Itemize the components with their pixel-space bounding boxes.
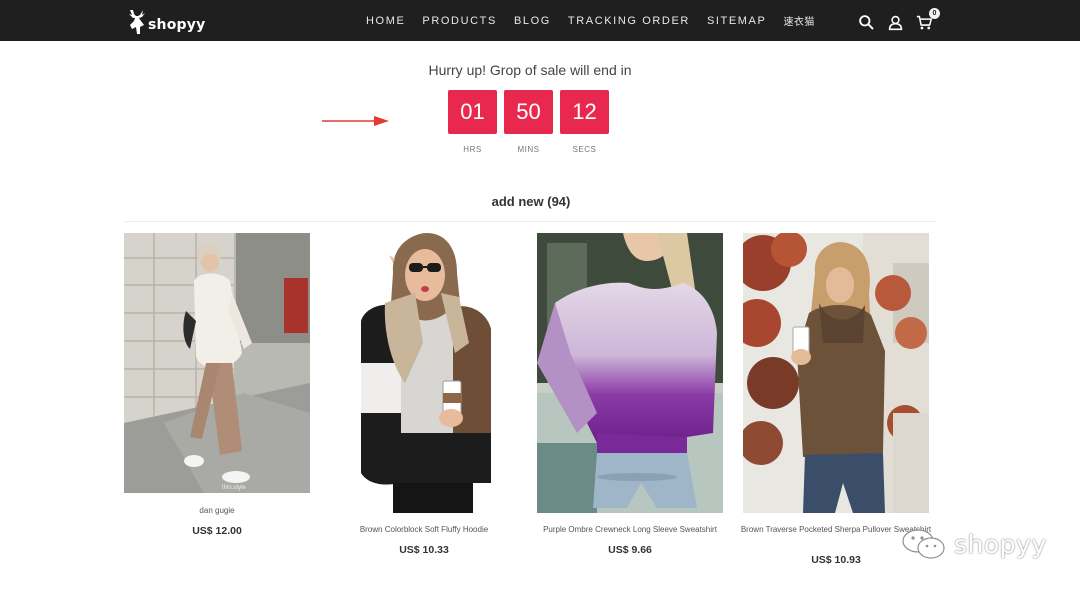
account-button[interactable] [885, 12, 905, 32]
section-title: add new (94) [491, 194, 571, 209]
search-icon [858, 14, 873, 29]
nav-home[interactable]: HOME [366, 15, 405, 27]
product-grid: thin.style dan gugie US$ 12.00 Brown Col… [124, 233, 936, 573]
product-price: US$ 9.66 [608, 544, 652, 556]
timer-hours: 01 HRS [448, 90, 497, 154]
product-image[interactable] [743, 233, 929, 513]
wechat-icon [902, 529, 945, 559]
user-icon [888, 15, 902, 30]
product-image[interactable]: thin.style [124, 233, 310, 493]
timer-hours-label: HRS [463, 145, 482, 154]
timer-seconds-label: SECS [572, 145, 597, 154]
countdown-timer: 01 HRS 50 MINS 12 SECS [448, 90, 609, 154]
timer-minutes-value: 50 [504, 90, 553, 134]
timer-minutes-label: MINS [517, 145, 540, 154]
brand-logo[interactable]: shopyy [124, 6, 205, 38]
section-divider [124, 221, 936, 222]
watermark: shopyy [900, 527, 1047, 561]
svg-text:thin.style: thin.style [222, 485, 246, 491]
header-tools: 0 [856, 8, 940, 34]
nav-sitemap[interactable]: SITEMAP [707, 15, 767, 27]
brand-name: shopyy [148, 17, 206, 33]
nav-products[interactable]: PRODUCTS [422, 15, 497, 27]
product-name[interactable]: dan gugie [114, 506, 320, 516]
timer-hours-value: 01 [448, 90, 497, 134]
product-image[interactable] [537, 233, 723, 513]
timer-seconds-value: 12 [560, 90, 609, 134]
main-menu: HOME PRODUCTS BLOG TRACKING ORDER SITEMA… [366, 0, 832, 41]
deer-logo-icon [129, 10, 145, 34]
timer-seconds: 12 SECS [560, 90, 609, 154]
product-image[interactable] [331, 233, 517, 513]
cart-count-badge: 0 [929, 8, 940, 19]
top-navigation-bar: shopyy HOME PRODUCTS BLOG TRACKING ORDER… [0, 0, 1080, 41]
search-button[interactable] [856, 12, 876, 32]
cart-button[interactable]: 0 [914, 8, 940, 32]
product-price: US$ 12.00 [192, 525, 242, 537]
timer-minutes: 50 MINS [504, 90, 553, 154]
product-price: US$ 10.33 [399, 544, 449, 556]
product-name[interactable]: Purple Ombre Crewneck Long Sleeve Sweats… [527, 525, 733, 535]
watermark-text: shopyy [954, 529, 1047, 559]
nav-blog[interactable]: BLOG [514, 15, 551, 27]
countdown-title: Hurry up! Grop of sale will end in [428, 62, 632, 78]
nav-chinese-link[interactable]: 速衣猫 [783, 13, 815, 28]
red-arrow-icon [322, 116, 389, 126]
product-name[interactable]: Brown Colorblock Soft Fluffy Hoodie [321, 525, 527, 535]
nav-tracking-order[interactable]: TRACKING ORDER [568, 15, 690, 27]
